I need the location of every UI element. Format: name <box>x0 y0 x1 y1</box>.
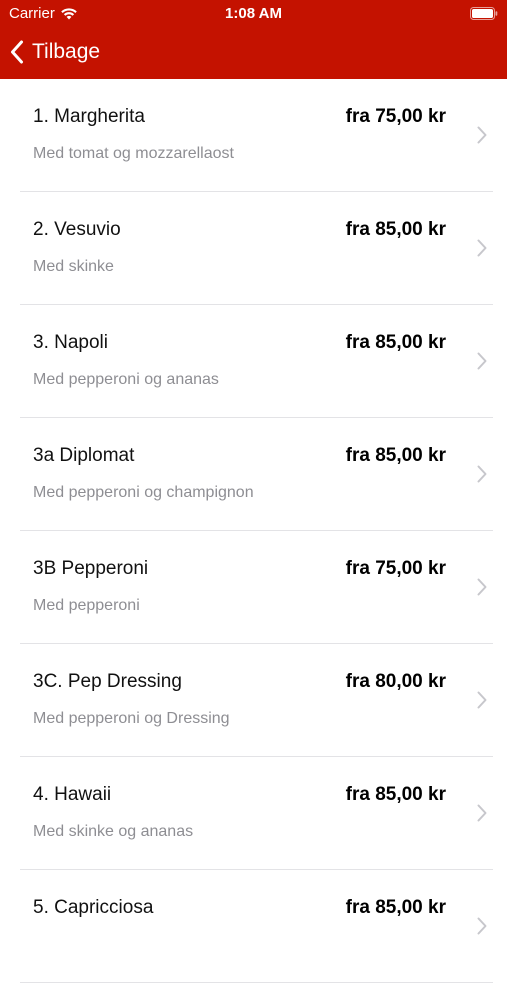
navigation-header: Carrier 1:08 AM Tilbage <box>0 0 507 79</box>
item-description: Med pepperoni <box>33 597 140 614</box>
item-description: Med skinke og ananas <box>33 823 194 840</box>
item-name: 3B Pepperoni <box>33 558 149 579</box>
item-price: fra 75,00 kr <box>345 106 446 127</box>
item-name: 1. Margherita <box>33 106 145 127</box>
item-description: Med pepperoni og ananas <box>33 371 219 388</box>
chevron-right-icon <box>477 917 487 935</box>
item-description: Med pepperoni og champignon <box>33 484 254 501</box>
chevron-right-icon <box>477 465 487 483</box>
item-price: fra 80,00 kr <box>345 671 446 692</box>
battery-icon <box>470 7 498 20</box>
list-item[interactable]: 3a Diplomat fra 85,00 kr Med pepperoni o… <box>0 418 507 531</box>
chevron-right-icon <box>477 804 487 822</box>
list-item[interactable]: 3. Napoli fra 85,00 kr Med pepperoni og … <box>0 305 507 418</box>
status-bar: Carrier 1:08 AM <box>0 0 507 28</box>
item-price: fra 85,00 kr <box>345 445 446 466</box>
item-description: Med skinke <box>33 258 114 275</box>
chevron-right-icon <box>477 352 487 370</box>
item-name: 4. Hawaii <box>33 784 112 805</box>
item-name: 3a Diplomat <box>33 445 135 466</box>
item-price: fra 85,00 kr <box>345 897 446 918</box>
list-item[interactable]: 4. Hawaii fra 85,00 kr Med skinke og ana… <box>0 757 507 870</box>
list-item[interactable]: 5. Capricciosa fra 85,00 kr <box>0 870 507 983</box>
list-item[interactable]: 3C. Pep Dressing fra 80,00 kr Med pepper… <box>0 644 507 757</box>
back-label: Tilbage <box>32 40 101 63</box>
chevron-right-icon <box>477 691 487 709</box>
item-name: 3C. Pep Dressing <box>33 671 182 692</box>
item-price: fra 85,00 kr <box>345 784 446 805</box>
back-button[interactable]: Tilbage <box>10 36 100 68</box>
item-description: Med pepperoni og Dressing <box>33 710 230 727</box>
item-price: fra 85,00 kr <box>345 332 446 353</box>
list-item[interactable]: 1. Margherita fra 75,00 kr Med tomat og … <box>0 79 507 192</box>
status-time: 1:08 AM <box>225 5 282 22</box>
menu-list: 1. Margherita fra 75,00 kr Med tomat og … <box>0 79 507 983</box>
item-name: 3. Napoli <box>33 332 108 353</box>
chevron-right-icon <box>477 578 487 596</box>
item-description: Med tomat og mozzarellaost <box>33 145 234 162</box>
back-chevron-icon <box>11 40 23 64</box>
item-name: 5. Capricciosa <box>33 897 154 918</box>
item-price: fra 75,00 kr <box>345 558 446 579</box>
chevron-right-icon <box>477 126 487 144</box>
list-item[interactable]: 2. Vesuvio fra 85,00 kr Med skinke <box>0 192 507 305</box>
list-item[interactable]: 3B Pepperoni fra 75,00 kr Med pepperoni <box>0 531 507 644</box>
item-price: fra 85,00 kr <box>345 219 446 240</box>
chevron-right-icon <box>477 239 487 257</box>
item-name: 2. Vesuvio <box>33 219 121 240</box>
